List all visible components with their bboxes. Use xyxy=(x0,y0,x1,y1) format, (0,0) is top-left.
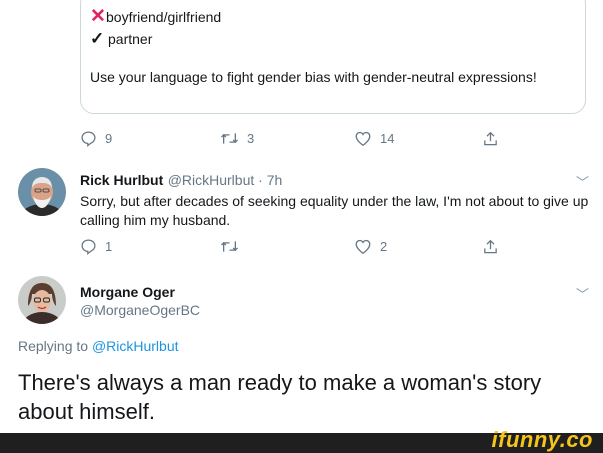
reply-count: 1 xyxy=(105,239,113,254)
check-line: ✓ partner xyxy=(90,29,153,48)
author-name[interactable]: Rick Hurlbut xyxy=(80,172,163,188)
tweet-text: There's always a man ready to make a wom… xyxy=(18,370,542,424)
share-button[interactable] xyxy=(482,238,499,256)
chevron-down-icon[interactable]: ﹀ xyxy=(576,284,589,303)
quoted-card-text: Use your language to fight gender bias w… xyxy=(90,69,537,85)
replying-to-prefix: Replying to xyxy=(18,338,89,354)
retweet-button[interactable] xyxy=(220,238,247,255)
author-handle[interactable]: @MorganeOgerBC xyxy=(80,302,200,318)
share-button[interactable] xyxy=(482,130,499,148)
heart-icon xyxy=(355,239,371,255)
like-button[interactable]: 2 xyxy=(354,238,387,255)
author-handle-time[interactable]: @RickHurlbut · 7h xyxy=(168,172,283,188)
reply-count: 9 xyxy=(105,131,113,146)
tweet-actions: 1 2 xyxy=(80,238,600,258)
replying-to: Replying to @RickHurlbut xyxy=(18,338,179,354)
tweet-text: Sorry, but after decades of seeking equa… xyxy=(80,193,589,228)
reply-icon xyxy=(81,239,96,255)
cross-line: ✕ boyfriend/girlfriend xyxy=(90,6,222,27)
author-name[interactable]: Morgane Oger xyxy=(80,284,175,300)
watermark-logo: ifunny.co xyxy=(491,427,593,452)
retweet-icon xyxy=(220,133,239,144)
watermark-bar: ifunny.co xyxy=(0,427,603,453)
reply-button[interactable]: 1 xyxy=(80,238,112,255)
reply-icon xyxy=(81,131,96,147)
check-item-text: partner xyxy=(108,31,153,47)
retweet-icon xyxy=(220,241,239,252)
reply-button[interactable]: 9 xyxy=(80,130,112,147)
check-mark-icon: ✓ xyxy=(90,29,105,48)
like-button[interactable]: 14 xyxy=(354,130,394,147)
heart-icon xyxy=(355,131,371,147)
avatar[interactable] xyxy=(18,276,66,324)
share-icon xyxy=(484,131,497,146)
like-count: 2 xyxy=(380,239,388,254)
retweet-count: 3 xyxy=(247,131,255,146)
cross-item-text: boyfriend/girlfriend xyxy=(106,9,222,25)
tweet-actions: 9 3 14 xyxy=(80,130,600,150)
retweet-button[interactable]: 3 xyxy=(220,130,254,147)
reply-header: Rick Hurlbut @RickHurlbut · 7h xyxy=(80,172,282,190)
share-icon xyxy=(484,239,497,254)
replying-to-link[interactable]: @RickHurlbut xyxy=(92,338,179,354)
chevron-down-icon[interactable]: ﹀ xyxy=(576,172,589,191)
cross-mark-icon: ✕ xyxy=(90,6,106,27)
like-count: 14 xyxy=(380,131,395,146)
avatar[interactable] xyxy=(18,168,66,216)
